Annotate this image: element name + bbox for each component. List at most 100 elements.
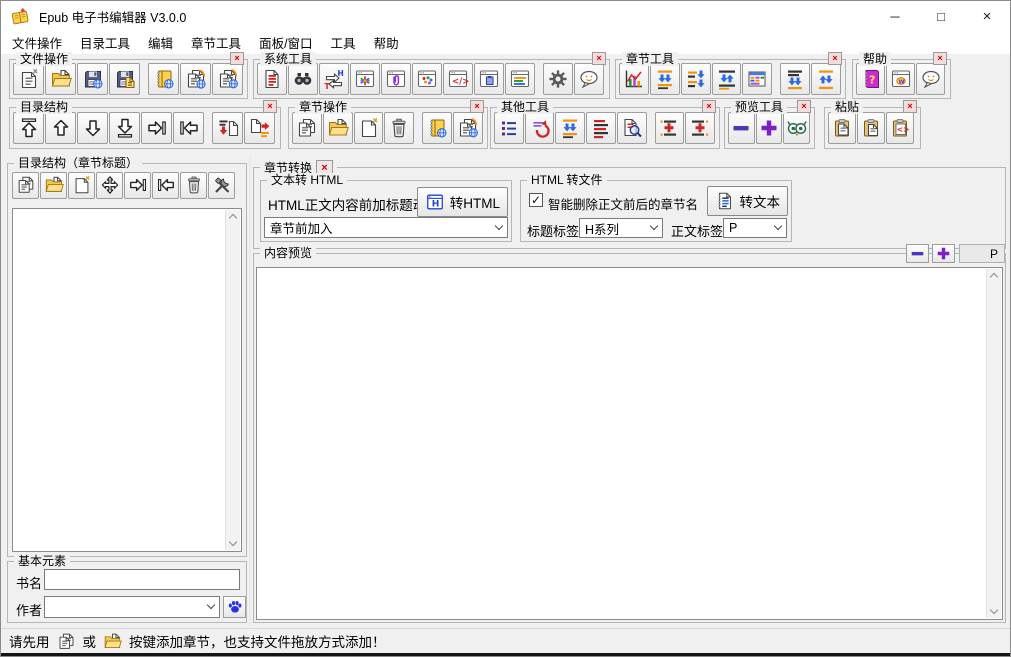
- copy-web-alt-button[interactable]: [453, 112, 483, 144]
- list-merge-down-button[interactable]: [780, 63, 810, 95]
- scroll-down-icon[interactable]: [229, 538, 237, 546]
- insert-line-alt-button[interactable]: [685, 112, 715, 144]
- red-list-button[interactable]: [586, 112, 616, 144]
- new-notebook-button[interactable]: [13, 63, 44, 95]
- move-cross-button[interactable]: [96, 172, 123, 199]
- para-merge-down-button[interactable]: [650, 63, 680, 95]
- smart-delete-checkbox[interactable]: ✓: [529, 193, 543, 207]
- demote-button[interactable]: [124, 172, 151, 199]
- chapter-ops-close-button[interactable]: ×: [470, 100, 484, 113]
- file-ops-close-button[interactable]: ×: [230, 52, 244, 65]
- maximize-button[interactable]: □: [918, 1, 964, 31]
- insert-line-button[interactable]: [655, 112, 685, 144]
- window-tools-button[interactable]: [350, 63, 380, 95]
- paste-page-button[interactable]: [828, 112, 856, 144]
- window-bars-button[interactable]: [505, 63, 535, 95]
- binoculars-button[interactable]: [288, 63, 318, 95]
- preview-owl-button[interactable]: [783, 112, 810, 144]
- feedback-bubble-button[interactable]: [574, 63, 604, 95]
- author-combo[interactable]: [44, 596, 220, 618]
- convert-to-html-button[interactable]: H 转HTML: [417, 187, 508, 217]
- demote-button[interactable]: [141, 112, 172, 144]
- delete-trash-button[interactable]: [384, 112, 414, 144]
- para-merge-down-button[interactable]: [555, 112, 585, 144]
- search-doc-button[interactable]: [617, 112, 647, 144]
- swap-text-html-button[interactable]: HT: [319, 63, 349, 95]
- sys-tools-close-button[interactable]: ×: [592, 52, 606, 65]
- copy-pages-icon: [16, 175, 36, 195]
- paste-tools-close-button[interactable]: ×: [903, 100, 917, 113]
- move-up-button[interactable]: [45, 112, 76, 144]
- help-tools-close-button[interactable]: ×: [933, 52, 947, 65]
- about-bubble-button[interactable]: [916, 63, 945, 95]
- font-increase-button[interactable]: [932, 244, 955, 263]
- open-folder-button[interactable]: [45, 63, 76, 95]
- window-attach-button[interactable]: [381, 63, 411, 95]
- window-palette-button[interactable]: [412, 63, 442, 95]
- promote-button[interactable]: [173, 112, 204, 144]
- font-decrease-button[interactable]: [906, 244, 929, 263]
- copy-web-alt-button[interactable]: [212, 63, 243, 95]
- red-doc-button[interactable]: [257, 63, 287, 95]
- baidu-search-button[interactable]: [223, 596, 246, 618]
- help-book-button[interactable]: ?: [856, 63, 885, 95]
- notebook-web-button[interactable]: [148, 63, 179, 95]
- save-web-button[interactable]: [77, 63, 108, 95]
- config-tools-button[interactable]: [208, 172, 235, 199]
- minimize-button[interactable]: ─: [872, 1, 918, 31]
- export-list-button[interactable]: [244, 112, 275, 144]
- folder-page-button[interactable]: [323, 112, 353, 144]
- delete-trash-button[interactable]: [180, 172, 207, 199]
- chapter-list-scrollbar[interactable]: [225, 210, 240, 550]
- zoom-in-button[interactable]: [756, 112, 783, 144]
- other-tools-close-button[interactable]: ×: [702, 100, 716, 113]
- scroll-up-icon[interactable]: [229, 214, 237, 222]
- para-indent-down-button[interactable]: [681, 63, 711, 95]
- insert-mode-combo[interactable]: 章节前加入: [264, 217, 508, 238]
- chapter-list[interactable]: [12, 208, 242, 552]
- move-down-button[interactable]: [77, 112, 108, 144]
- book-title-input[interactable]: [44, 569, 240, 590]
- list-updown-button[interactable]: [811, 63, 841, 95]
- paste-code-button[interactable]: <>: [886, 112, 914, 144]
- copy-web-button[interactable]: [180, 63, 211, 95]
- new-page-button[interactable]: [354, 112, 384, 144]
- dir-structure-close-button[interactable]: ×: [263, 100, 277, 113]
- preview-tools-close-button[interactable]: ×: [797, 100, 811, 113]
- copy-pages-button[interactable]: [12, 172, 39, 199]
- convert-to-text-button[interactable]: 转文本: [707, 186, 789, 216]
- zoom-out-button[interactable]: [728, 112, 755, 144]
- preview-scrollbar[interactable]: [986, 269, 1001, 618]
- title-tag-combo[interactable]: H系列: [579, 218, 663, 238]
- settings-gear-button[interactable]: [543, 63, 573, 95]
- folder-page-button[interactable]: [40, 172, 67, 199]
- paste-doc-button[interactable]: [857, 112, 885, 144]
- import-list-button[interactable]: [212, 112, 243, 144]
- menu-help[interactable]: 帮助: [365, 30, 408, 55]
- menu-toc[interactable]: 目录工具: [71, 30, 139, 55]
- web-window-button[interactable]: w: [886, 63, 915, 95]
- menu-edit[interactable]: 编辑: [139, 30, 182, 55]
- table-format-button[interactable]: [742, 63, 772, 95]
- notebook-web-button[interactable]: [422, 112, 452, 144]
- move-bottom-button[interactable]: [109, 112, 140, 144]
- copy-pages-button[interactable]: [292, 112, 322, 144]
- menu-tools[interactable]: 工具: [322, 30, 365, 55]
- new-page-button[interactable]: [68, 172, 95, 199]
- body-tag-combo[interactable]: P: [723, 218, 787, 238]
- window-code-button[interactable]: </>: [443, 63, 473, 95]
- promote-button[interactable]: [152, 172, 179, 199]
- scroll-down-icon[interactable]: [990, 606, 998, 614]
- move-top-button[interactable]: [13, 112, 44, 144]
- scroll-up-icon[interactable]: [990, 273, 998, 281]
- close-button[interactable]: ×: [964, 1, 1010, 31]
- stats-chart-button[interactable]: [619, 63, 649, 95]
- window-paste-button[interactable]: [474, 63, 504, 95]
- chapter-tools-close-button[interactable]: ×: [828, 52, 842, 65]
- panel-splitter[interactable]: [249, 156, 251, 626]
- save-doc-export-button[interactable]: [109, 63, 140, 95]
- replace-refresh-button[interactable]: [525, 112, 555, 144]
- bullet-list-button[interactable]: [494, 112, 524, 144]
- preview-content-area[interactable]: [256, 267, 1003, 620]
- para-swap-button[interactable]: [712, 63, 742, 95]
